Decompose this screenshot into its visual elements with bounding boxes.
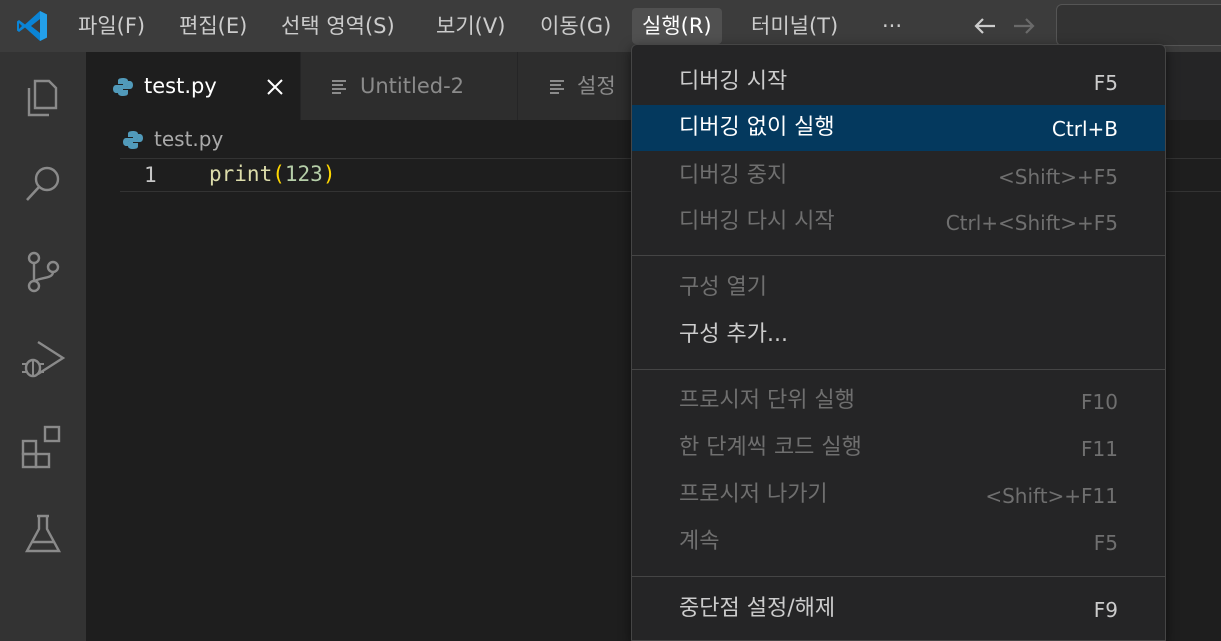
menu-view[interactable]: 보기(V) — [426, 8, 515, 44]
command-center-search[interactable] — [1056, 4, 1221, 46]
menu-item-restart-debugging: 디버깅 다시 시작 Ctrl+<Shift>+F5 — [632, 199, 1165, 245]
menu-item-step-over: 프로시저 단위 실행 F10 — [632, 378, 1165, 424]
menu-terminal[interactable]: 터미널(T) — [741, 8, 848, 44]
menu-item-label: 디버깅 다시 시작 — [679, 209, 835, 234]
tab-label: 설정 — [577, 74, 616, 98]
file-lines-icon — [332, 80, 346, 94]
menu-item-shortcut: F9 — [1093, 598, 1118, 622]
menu-item-start-debugging[interactable]: 디버깅 시작 F5 — [632, 59, 1165, 105]
menu-item-shortcut: Ctrl+B — [1051, 117, 1118, 141]
code-paren-close: ) — [322, 162, 336, 186]
activity-bar — [0, 52, 86, 641]
back-arrow-icon[interactable] — [969, 10, 1001, 42]
menu-item-label: 디버깅 시작 — [679, 69, 788, 94]
menu-item-label: 디버깅 중지 — [679, 163, 788, 188]
code-number: 123 — [284, 162, 323, 186]
menu-more[interactable]: ··· — [872, 8, 912, 44]
source-control-icon[interactable] — [18, 247, 68, 297]
menu-item-shortcut: F11 — [1081, 437, 1118, 461]
menu-item-step-into: 한 단계씩 코드 실행 F11 — [632, 425, 1165, 471]
tab-untitled-2[interactable]: Untitled-2 — [301, 52, 518, 120]
menu-file[interactable]: 파일(F) — [68, 8, 155, 44]
forward-arrow-icon[interactable] — [1008, 10, 1040, 42]
python-icon — [113, 78, 133, 96]
menu-item-label: 한 단계씩 코드 실행 — [679, 435, 862, 460]
menu-separator — [632, 576, 1165, 577]
menu-item-shortcut: F5 — [1093, 531, 1118, 555]
menu-item-shortcut: <Shift>+F5 — [998, 165, 1118, 189]
menu-selection[interactable]: 선택 영역(S) — [271, 8, 405, 44]
explorer-files-icon[interactable] — [18, 72, 68, 122]
code-function: print — [209, 162, 273, 186]
menu-item-continue: 계속 F5 — [632, 519, 1165, 565]
menu-item-label: 중단점 설정/해제 — [679, 596, 836, 621]
menu-item-shortcut: F5 — [1093, 71, 1118, 95]
menu-item-open-configurations: 구성 열기 — [632, 265, 1165, 311]
menu-separator — [632, 369, 1165, 370]
menu-item-add-configuration[interactable]: 구성 추가... — [632, 312, 1165, 358]
menu-item-stop-debugging: 디버깅 중지 <Shift>+F5 — [632, 153, 1165, 199]
menu-item-label: 구성 추가... — [679, 322, 788, 347]
tab-label: Untitled-2 — [360, 74, 465, 98]
menu-item-label: 계속 — [679, 529, 720, 554]
code-paren-open: ( — [272, 162, 285, 186]
breadcrumb-file[interactable]: test.py — [154, 127, 223, 151]
menu-item-shortcut: <Shift>+F11 — [985, 484, 1118, 508]
menu-item-shortcut: Ctrl+<Shift>+F5 — [945, 211, 1118, 235]
extensions-icon[interactable] — [18, 422, 68, 472]
menu-item-label: 구성 열기 — [679, 275, 767, 300]
close-icon[interactable] — [264, 76, 286, 98]
tab-test-py[interactable]: test.py — [86, 52, 301, 120]
file-lines-icon — [550, 80, 564, 94]
menu-item-toggle-breakpoint[interactable]: 중단점 설정/해제 F9 — [632, 586, 1165, 632]
menu-item-label: 프로시저 나가기 — [679, 482, 828, 507]
menu-item-label: 프로시저 단위 실행 — [679, 388, 855, 413]
menu-run[interactable]: 실행(R) — [632, 8, 722, 44]
menu-item-label: 디버깅 없이 실행 — [679, 115, 835, 140]
tab-label: test.py — [144, 74, 217, 98]
vscode-logo-icon[interactable] — [14, 8, 50, 44]
run-and-debug-icon[interactable] — [18, 334, 68, 384]
menu-go[interactable]: 이동(G) — [530, 8, 621, 44]
search-icon[interactable] — [18, 159, 68, 209]
line-number: 1 — [144, 163, 157, 187]
menu-edit[interactable]: 편집(E) — [169, 8, 257, 44]
testing-flask-icon[interactable] — [18, 509, 68, 559]
menu-item-shortcut: F10 — [1081, 390, 1118, 414]
menu-item-run-without-debugging[interactable]: 디버깅 없이 실행 Ctrl+B — [632, 105, 1165, 151]
code-line[interactable]: print(123) — [209, 162, 335, 186]
python-icon — [123, 131, 143, 149]
menu-item-step-out: 프로시저 나가기 <Shift>+F11 — [632, 472, 1165, 518]
menu-separator — [632, 255, 1165, 256]
run-menu-dropdown: 디버깅 시작 F5 디버깅 없이 실행 Ctrl+B 디버깅 중지 <Shift… — [631, 44, 1166, 641]
